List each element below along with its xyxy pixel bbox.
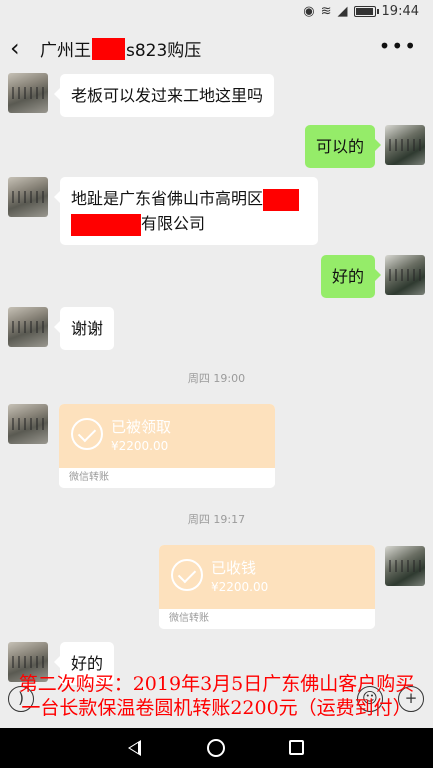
message-text: 好的 — [71, 654, 104, 673]
transfer-amount: ¥2200.00 — [111, 439, 169, 453]
contact-avatar[interactable] — [8, 404, 48, 444]
caption-overlay: 第二次购买：2019年3月5日广东佛山客户购买 一台长款保温卷圆机转账2200元… — [0, 672, 433, 720]
status-bar: ◉ ≋ ◢ 19:44 — [0, 0, 433, 26]
transfer-status: 已收钱 — [211, 559, 257, 577]
nav-back-icon[interactable] — [128, 740, 141, 756]
wifi-icon: ≋ — [320, 4, 332, 19]
chat-title-prefix: 广州王 — [40, 41, 91, 61]
message-text: 可以的 — [315, 137, 364, 156]
chat-title-suffix: s823购压 — [126, 41, 202, 61]
redaction-mark — [92, 37, 125, 60]
contact-avatar[interactable] — [8, 307, 48, 347]
my-avatar[interactable] — [385, 255, 425, 295]
back-arrow-icon[interactable]: ‹ — [10, 34, 34, 62]
caption-line: 一台长款保温卷圆机转账2200元（运费到付） — [21, 697, 412, 719]
contact-avatar[interactable] — [8, 177, 48, 217]
message-bubble[interactable]: 地趾是广东省佛山市高明区 有限公司 — [54, 177, 318, 245]
message-text: 老板可以发过来工地这里吗 — [71, 86, 264, 105]
timestamp: 周四 19:17 — [187, 513, 246, 526]
contact-avatar[interactable] — [8, 73, 48, 113]
more-icon[interactable]: ••• — [379, 34, 417, 58]
message-text: 有限公司 — [141, 214, 206, 233]
status-time: 19:44 — [381, 4, 419, 19]
caption-line: 第二次购买：2019年3月5日广东佛山客户购买 — [18, 673, 415, 695]
check-icon — [71, 418, 103, 450]
redaction-mark — [263, 188, 300, 211]
transfer-amount: ¥2200.00 — [211, 580, 269, 594]
message-text: 谢谢 — [71, 319, 104, 338]
timestamp: 周四 19:00 — [187, 372, 246, 385]
transfer-card[interactable]: 已被领取 ¥2200.00 微信转账 — [59, 404, 275, 488]
my-avatar[interactable] — [385, 546, 425, 586]
message-bubble[interactable]: 老板可以发过来工地这里吗 — [53, 74, 275, 117]
transfer-card[interactable]: 已收钱 ¥2200.00 微信转账 — [159, 545, 375, 629]
redaction-mark — [71, 213, 141, 236]
eye-icon: ◉ — [303, 4, 315, 19]
message-bubble[interactable]: 可以的 — [304, 125, 382, 168]
message-bubble[interactable]: 好的 — [320, 255, 382, 298]
check-icon — [171, 559, 203, 591]
transfer-label: 微信转账 — [59, 468, 275, 488]
nav-home-icon[interactable] — [207, 739, 225, 757]
status-icons: ◉ ≋ ◢ 19:44 — [303, 4, 419, 19]
chat-title: 广州王 s823购压 — [40, 36, 201, 61]
message-text: 地趾是广东省佛山市高明区 — [71, 189, 264, 208]
my-avatar[interactable] — [385, 125, 425, 165]
transfer-status: 已被领取 — [111, 418, 172, 436]
chat-header: ‹ 广州王 s823购压 ••• — [0, 26, 433, 70]
transfer-label: 微信转账 — [159, 609, 375, 629]
chat-history[interactable]: 老板可以发过来工地这里吗 可以的 地趾是广东省佛山市高明区 有限公司 好的 谢谢… — [0, 70, 433, 728]
battery-icon — [353, 6, 379, 17]
message-text: 好的 — [331, 267, 364, 286]
system-nav-bar — [0, 728, 433, 768]
signal-icon: ◢ — [337, 4, 348, 19]
message-bubble[interactable]: 谢谢 — [53, 307, 115, 350]
nav-recent-icon[interactable] — [289, 740, 304, 755]
